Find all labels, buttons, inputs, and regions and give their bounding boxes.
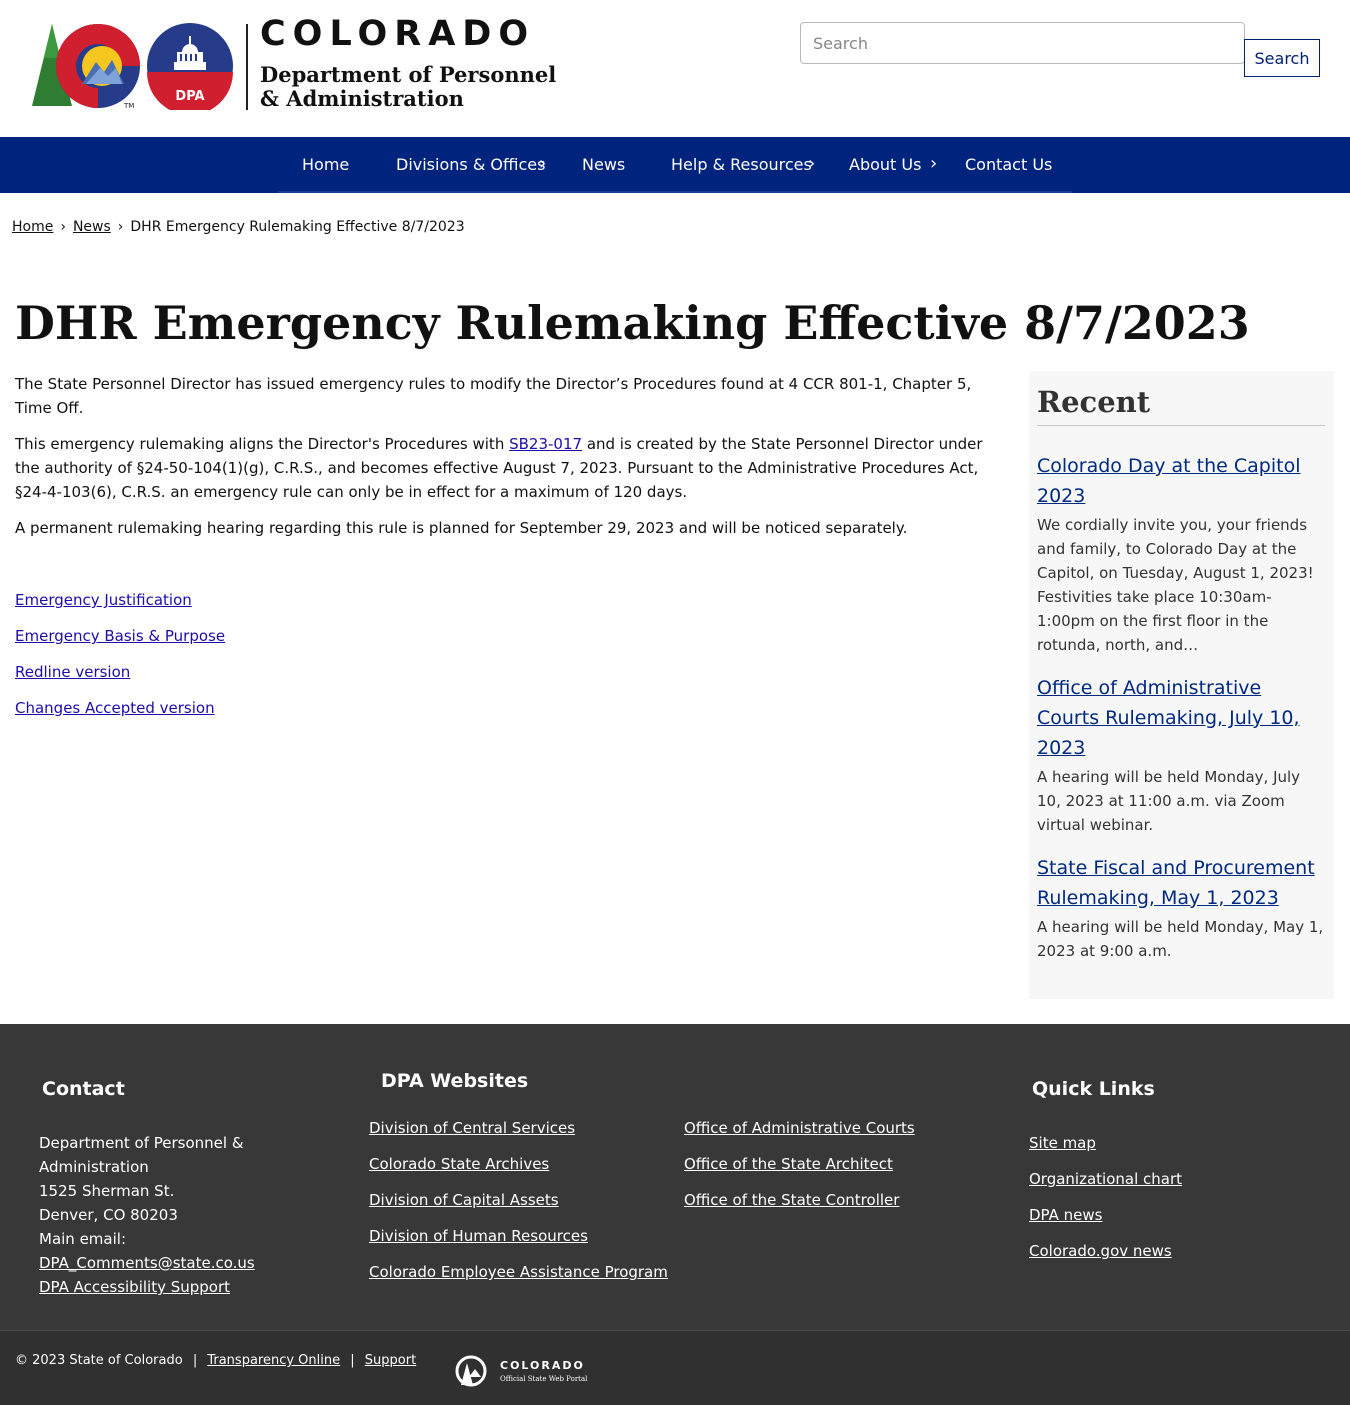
contact-email-link[interactable]: DPA_Comments@state.co.us	[39, 1251, 279, 1275]
svg-text:Official State Web Portal: Official State Web Portal	[500, 1375, 588, 1383]
list-item: Colorado Day at the Capitol 2023 We cord…	[1037, 451, 1327, 657]
nav-menu: Home Divisions & Offices › News Help & R…	[278, 137, 1072, 193]
contact-org: Department of Personnel & Administration	[39, 1134, 244, 1176]
nav-contact-us[interactable]: Contact Us	[965, 137, 1052, 193]
recent-item-link[interactable]: Colorado Day at the Capitol 2023	[1037, 455, 1301, 507]
sidebar-title: Recent	[1037, 385, 1325, 426]
recent-item-summary: A hearing will be held Monday, May 1, 20…	[1037, 918, 1324, 960]
redline-version-link[interactable]: Redline version	[15, 660, 1010, 684]
dept-line-1: Department of Personnel	[260, 62, 557, 87]
breadcrumb-news-link[interactable]: News	[73, 219, 111, 235]
footer-link[interactable]: Colorado State Archives	[369, 1152, 668, 1176]
copyright-text: © 2023 State of Colorado	[15, 1353, 183, 1368]
site-footer: Contact Department of Personnel & Admini…	[0, 1024, 1350, 1330]
article-body: The State Personnel Director has issued …	[15, 372, 1010, 732]
footer-link[interactable]: Division of Central Services	[369, 1116, 668, 1140]
footer-quick-links: Site map Organizational chart DPA news C…	[1029, 1131, 1182, 1275]
recent-item-summary: A hearing will be held Monday, July 10, …	[1037, 768, 1301, 834]
footer-link[interactable]: Division of Human Resources	[369, 1224, 668, 1248]
footer-separator: |	[350, 1353, 355, 1368]
nav-home[interactable]: Home	[302, 137, 349, 193]
footer-link[interactable]: Office of Administrative Courts	[684, 1116, 915, 1140]
emergency-justification-link[interactable]: Emergency Justification	[15, 588, 1010, 612]
main-navigation: Home Divisions & Offices › News Help & R…	[0, 137, 1350, 193]
list-item: Office of Administrative Courts Rulemaki…	[1037, 673, 1327, 837]
article-paragraph: A permanent rulemaking hearing regarding…	[15, 519, 908, 537]
brand-state-name: COLORADO	[260, 14, 536, 54]
contact-city: Denver, CO 80203	[39, 1206, 178, 1224]
colorado-state-logo-icon[interactable]: TM	[30, 22, 142, 110]
article-paragraph: This emergency rulemaking aligns the Dir…	[15, 432, 1010, 504]
footer-quick-links-heading: Quick Links	[1032, 1078, 1155, 1100]
footer-websites-heading: DPA Websites	[381, 1070, 529, 1092]
footer-link[interactable]: Site map	[1029, 1131, 1182, 1155]
footer-websites-col2: Office of Administrative Courts Office o…	[684, 1116, 915, 1224]
emergency-basis-purpose-link[interactable]: Emergency Basis & Purpose	[15, 624, 1010, 648]
logo-divider	[246, 24, 248, 110]
nav-help-resources[interactable]: Help & Resources	[671, 137, 812, 193]
contact-street: 1525 Sherman St.	[39, 1182, 175, 1200]
search-button[interactable]: Search	[1244, 39, 1320, 77]
dpa-capitol-logo-icon[interactable]: DPA	[146, 22, 234, 110]
svg-text:TM: TM	[123, 102, 134, 110]
recent-list: Colorado Day at the Capitol 2023 We cord…	[1037, 451, 1327, 979]
footer-link[interactable]: DPA news	[1029, 1203, 1182, 1227]
footer-link[interactable]: Colorado Employee Assistance Program	[369, 1260, 668, 1284]
recent-item-summary: We cordially invite you, your friends an…	[1037, 516, 1314, 654]
breadcrumb-separator-icon: ›	[117, 219, 124, 235]
changes-accepted-version-link[interactable]: Changes Accepted version	[15, 696, 1010, 720]
footer-link[interactable]: Office of the State Architect	[684, 1152, 915, 1176]
footer-contact-heading: Contact	[42, 1078, 125, 1100]
list-item: State Fiscal and Procurement Rulemaking,…	[1037, 853, 1327, 963]
sb23-017-link[interactable]: SB23-017	[509, 435, 582, 453]
svg-text:COLORADO: COLORADO	[500, 1359, 585, 1372]
article-paragraph: The State Personnel Director has issued …	[15, 375, 972, 417]
site-header: TM DPA COLORADO Department of Personnel …	[0, 0, 1350, 137]
nav-about-us[interactable]: About Us	[849, 137, 921, 193]
accessibility-support-link[interactable]: DPA Accessibility Support	[39, 1275, 279, 1299]
colorado-portal-logo-icon[interactable]: COLORADO Official State Web Portal	[455, 1355, 595, 1387]
chevron-right-icon[interactable]: ›	[930, 137, 937, 193]
sub-footer: © 2023 State of Colorado | Transparency …	[0, 1330, 1350, 1405]
breadcrumb-home-link[interactable]: Home	[12, 219, 53, 235]
nav-divisions-offices[interactable]: Divisions & Offices	[396, 137, 545, 193]
breadcrumb-separator-icon: ›	[60, 219, 66, 235]
footer-link[interactable]: Organizational chart	[1029, 1167, 1182, 1191]
svg-text:DPA: DPA	[175, 89, 204, 104]
search-input[interactable]	[800, 22, 1245, 64]
footer-contact-block: Department of Personnel & Administration…	[39, 1131, 279, 1299]
footer-separator: |	[192, 1353, 198, 1368]
recent-item-link[interactable]: State Fiscal and Procurement Rulemaking,…	[1037, 857, 1315, 909]
breadcrumb: Home › News › DHR Emergency Rulemaking Effec…	[12, 219, 465, 235]
chevron-right-icon[interactable]: ›	[539, 137, 546, 193]
breadcrumb-current: DHR Emergency Rulemaking Effective 8/7/2…	[130, 219, 465, 235]
footer-link[interactable]: Colorado.gov news	[1029, 1239, 1182, 1263]
transparency-online-link[interactable]: Transparency Online	[207, 1353, 340, 1368]
footer-link[interactable]: Office of the State Controller	[684, 1188, 915, 1212]
nav-news[interactable]: News	[582, 137, 625, 193]
brand-department-name[interactable]: Department of Personnel & Administration	[260, 63, 556, 111]
paragraph-text: This emergency rulemaking aligns the Dir…	[15, 435, 510, 453]
page-title: DHR Emergency Rulemaking Effective 8/7/2…	[15, 296, 1250, 350]
copyright-bar: © 2023 State of Colorado | Transparency …	[15, 1353, 416, 1368]
dept-line-2: & Administration	[260, 86, 464, 111]
recent-sidebar: Recent Colorado Day at the Capitol 2023 …	[1029, 371, 1334, 999]
contact-email-label: Main email:	[39, 1230, 126, 1248]
support-link[interactable]: Support	[365, 1353, 416, 1368]
footer-link[interactable]: Division of Capital Assets	[369, 1188, 668, 1212]
recent-item-link[interactable]: Office of Administrative Courts Rulemaki…	[1037, 677, 1300, 759]
chevron-right-icon[interactable]: ›	[808, 137, 815, 193]
footer-websites-col1: Division of Central Services Colorado St…	[369, 1116, 668, 1296]
